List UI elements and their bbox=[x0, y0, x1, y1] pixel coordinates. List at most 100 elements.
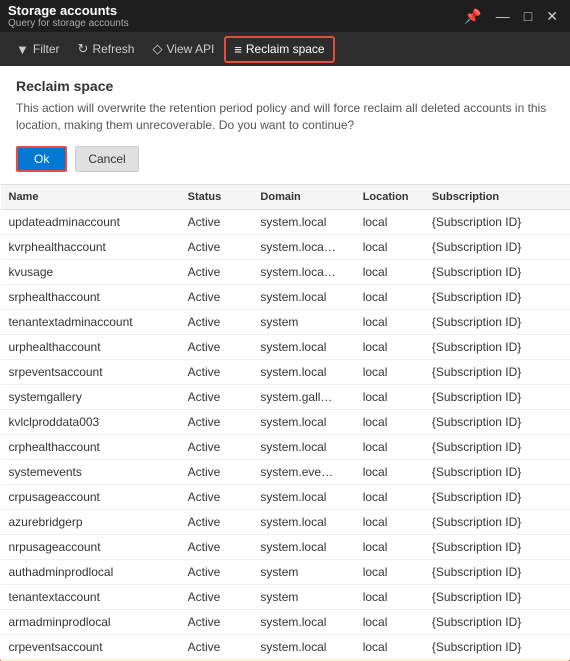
cell-subscription: {Subscription ID} bbox=[424, 459, 570, 484]
table-row[interactable]: srphealthaccountActivesystem.locallocal{… bbox=[1, 284, 570, 309]
refresh-icon: ↻ bbox=[78, 41, 89, 57]
cell-subscription: {Subscription ID} bbox=[424, 609, 570, 634]
cell-subscription: {Subscription ID} bbox=[424, 534, 570, 559]
cell-domain: system.local bbox=[252, 484, 354, 509]
cell-location: local bbox=[355, 559, 424, 584]
cell-name: authadminprodlocal bbox=[1, 559, 180, 584]
table-row[interactable]: crphealthaccountActivesystem.locallocal{… bbox=[1, 434, 570, 459]
cell-subscription: {Subscription ID} bbox=[424, 584, 570, 609]
filter-icon: ▼ bbox=[16, 42, 29, 57]
table-row[interactable]: systemeventsActivesystem.eve…local{Subsc… bbox=[1, 459, 570, 484]
title-bar-left: Storage accounts Query for storage accou… bbox=[8, 3, 129, 29]
cell-domain: system.local bbox=[252, 434, 354, 459]
reclaim-label: Reclaim space bbox=[246, 42, 325, 56]
cell-name: systemevents bbox=[1, 459, 180, 484]
table-row[interactable]: updateadminaccountActivesystem.localloca… bbox=[1, 209, 570, 234]
cell-domain: system.local bbox=[252, 634, 354, 659]
reclaim-description: This action will overwrite the retention… bbox=[16, 100, 554, 134]
cell-location: local bbox=[355, 234, 424, 259]
cell-name: azurebridgerp bbox=[1, 509, 180, 534]
cell-subscription: {Subscription ID} bbox=[424, 359, 570, 384]
cell-subscription: {Subscription ID} bbox=[424, 209, 570, 234]
table-row[interactable]: crpeventsaccountActivesystem.locallocal{… bbox=[1, 634, 570, 659]
cell-name: srphealthaccount bbox=[1, 284, 180, 309]
table-row[interactable]: kvusageActivesystem.loca…local{Subscript… bbox=[1, 259, 570, 284]
cancel-button[interactable]: Cancel bbox=[75, 146, 138, 172]
table-row[interactable]: crpusageaccountActivesystem.locallocal{S… bbox=[1, 484, 570, 509]
storage-accounts-table-container: Name Status Domain Location Subscription… bbox=[0, 185, 570, 661]
cell-name: tenantextadminaccount bbox=[1, 309, 180, 334]
cell-name: crpeventsaccount bbox=[1, 634, 180, 659]
cell-status: Active bbox=[180, 434, 253, 459]
cell-domain: system bbox=[252, 559, 354, 584]
minimize-icon[interactable]: — bbox=[492, 8, 514, 24]
maximize-icon[interactable]: □ bbox=[520, 8, 536, 24]
cell-status: Active bbox=[180, 459, 253, 484]
cell-location: local bbox=[355, 509, 424, 534]
cell-location: local bbox=[355, 609, 424, 634]
window-title: Storage accounts bbox=[8, 3, 129, 18]
table-row[interactable]: azurebridgerpActivesystem.locallocal{Sub… bbox=[1, 509, 570, 534]
cell-domain: system.local bbox=[252, 284, 354, 309]
cell-status: Active bbox=[180, 334, 253, 359]
cell-location: local bbox=[355, 484, 424, 509]
cell-subscription: {Subscription ID} bbox=[424, 509, 570, 534]
col-header-name: Name bbox=[1, 185, 180, 210]
reclaim-icon: ≡ bbox=[234, 42, 242, 57]
view-api-button[interactable]: ◇ View API bbox=[144, 37, 222, 61]
refresh-button[interactable]: ↻ Refresh bbox=[70, 37, 143, 61]
col-header-status: Status bbox=[180, 185, 253, 210]
table-row[interactable]: kvrphealthaccountActivesystem.loca…local… bbox=[1, 234, 570, 259]
table-row[interactable]: nrpusageaccountActivesystem.locallocal{S… bbox=[1, 534, 570, 559]
col-header-location: Location bbox=[355, 185, 424, 210]
cell-subscription: {Subscription ID} bbox=[424, 309, 570, 334]
table-row[interactable]: systemgalleryActivesystem.gall…local{Sub… bbox=[1, 384, 570, 409]
table-row[interactable]: tenantextaccountActivesystemlocal{Subscr… bbox=[1, 584, 570, 609]
close-icon[interactable]: ✕ bbox=[542, 8, 562, 25]
storage-accounts-table: Name Status Domain Location Subscription… bbox=[0, 185, 570, 661]
table-header: Name Status Domain Location Subscription bbox=[1, 185, 570, 210]
cell-location: local bbox=[355, 584, 424, 609]
cell-status: Active bbox=[180, 234, 253, 259]
cell-subscription: {Subscription ID} bbox=[424, 284, 570, 309]
cell-status: Active bbox=[180, 509, 253, 534]
cell-status: Active bbox=[180, 634, 253, 659]
cell-domain: system.local bbox=[252, 534, 354, 559]
table-row[interactable]: armadminprodlocalActivesystem.locallocal… bbox=[1, 609, 570, 634]
cell-domain: system bbox=[252, 309, 354, 334]
cell-status: Active bbox=[180, 209, 253, 234]
cell-status: Active bbox=[180, 559, 253, 584]
pin-icon[interactable]: 📌 bbox=[460, 8, 485, 25]
cell-location: local bbox=[355, 309, 424, 334]
cell-status: Active bbox=[180, 534, 253, 559]
cell-location: local bbox=[355, 284, 424, 309]
cell-status: Active bbox=[180, 584, 253, 609]
table-row[interactable]: srpeventsaccountActivesystem.locallocal{… bbox=[1, 359, 570, 384]
cell-name: crpusageaccount bbox=[1, 484, 180, 509]
title-bar: Storage accounts Query for storage accou… bbox=[0, 0, 570, 32]
cell-subscription: {Subscription ID} bbox=[424, 409, 570, 434]
cell-status: Active bbox=[180, 359, 253, 384]
cell-domain: system bbox=[252, 584, 354, 609]
cell-domain: system.local bbox=[252, 209, 354, 234]
view-api-label: View API bbox=[166, 42, 214, 56]
view-api-icon: ◇ bbox=[152, 41, 162, 57]
cell-location: local bbox=[355, 359, 424, 384]
filter-label: Filter bbox=[33, 42, 60, 56]
reclaim-space-button[interactable]: ≡ Reclaim space bbox=[224, 36, 334, 63]
cell-subscription: {Subscription ID} bbox=[424, 334, 570, 359]
table-row[interactable]: urphealthaccountActivesystem.locallocal{… bbox=[1, 334, 570, 359]
cell-subscription: {Subscription ID} bbox=[424, 634, 570, 659]
ok-button[interactable]: Ok bbox=[16, 146, 67, 172]
cell-name: urphealthaccount bbox=[1, 334, 180, 359]
filter-button[interactable]: ▼ Filter bbox=[8, 38, 68, 61]
table-row[interactable]: kvlclproddata003Activesystem.locallocal{… bbox=[1, 409, 570, 434]
refresh-label: Refresh bbox=[92, 42, 134, 56]
table-row[interactable]: authadminprodlocalActivesystemlocal{Subs… bbox=[1, 559, 570, 584]
cell-status: Active bbox=[180, 609, 253, 634]
cell-domain: system.local bbox=[252, 509, 354, 534]
toolbar: ▼ Filter ↻ Refresh ◇ View API ≡ Reclaim … bbox=[0, 32, 570, 66]
cell-name: tenantextaccount bbox=[1, 584, 180, 609]
table-row[interactable]: tenantextadminaccountActivesystemlocal{S… bbox=[1, 309, 570, 334]
col-header-subscription: Subscription bbox=[424, 185, 570, 210]
